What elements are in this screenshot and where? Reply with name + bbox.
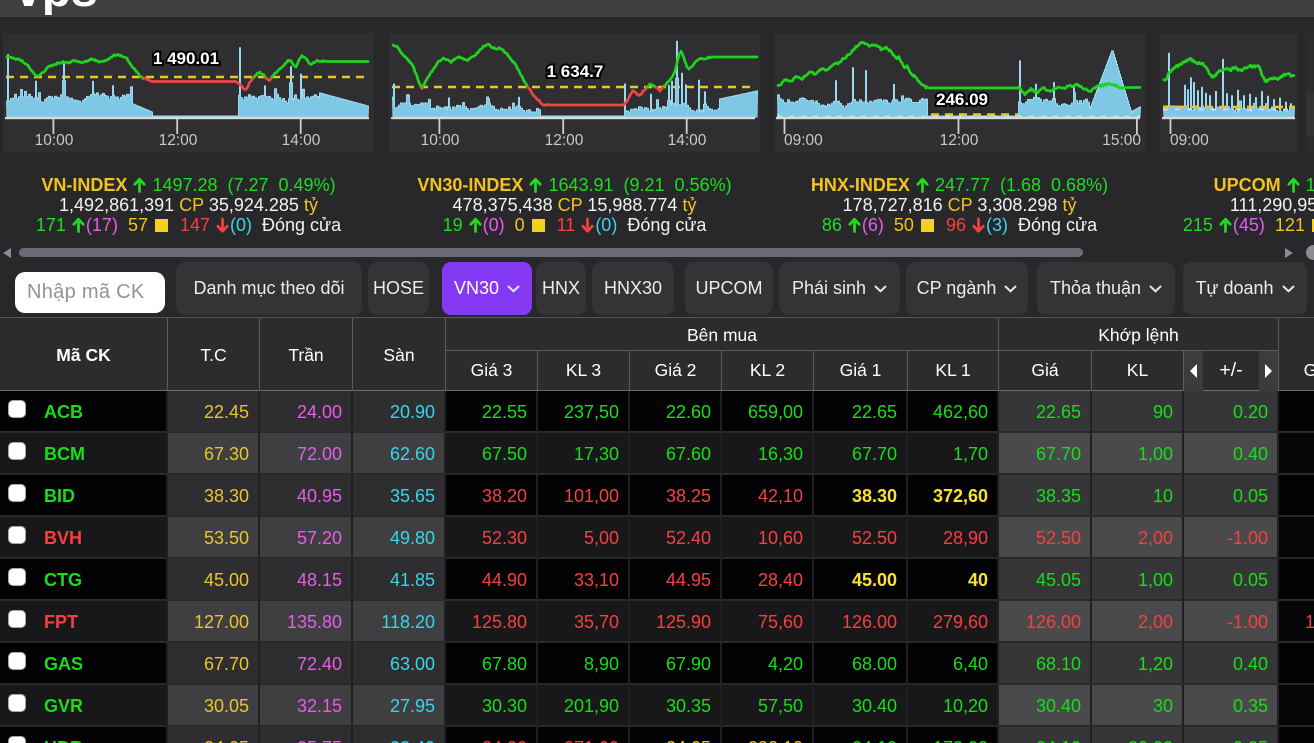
svg-text:14:00: 14:00 — [668, 132, 707, 149]
svg-text:12:00: 12:00 — [940, 132, 979, 149]
svg-text:246.09: 246.09 — [936, 90, 988, 109]
svg-text:1 490.01: 1 490.01 — [153, 49, 219, 68]
svg-text:09:00: 09:00 — [784, 132, 823, 149]
svg-text:09:00: 09:00 — [1170, 132, 1209, 149]
svg-text:12:00: 12:00 — [545, 132, 584, 149]
svg-text:15:00: 15:00 — [1102, 132, 1141, 149]
svg-text:14:00: 14:00 — [282, 132, 321, 149]
svg-text:12:00: 12:00 — [159, 132, 198, 149]
svg-text:10:00: 10:00 — [35, 132, 74, 149]
svg-text:1 634.7: 1 634.7 — [547, 62, 604, 81]
svg-text:10:00: 10:00 — [421, 132, 460, 149]
